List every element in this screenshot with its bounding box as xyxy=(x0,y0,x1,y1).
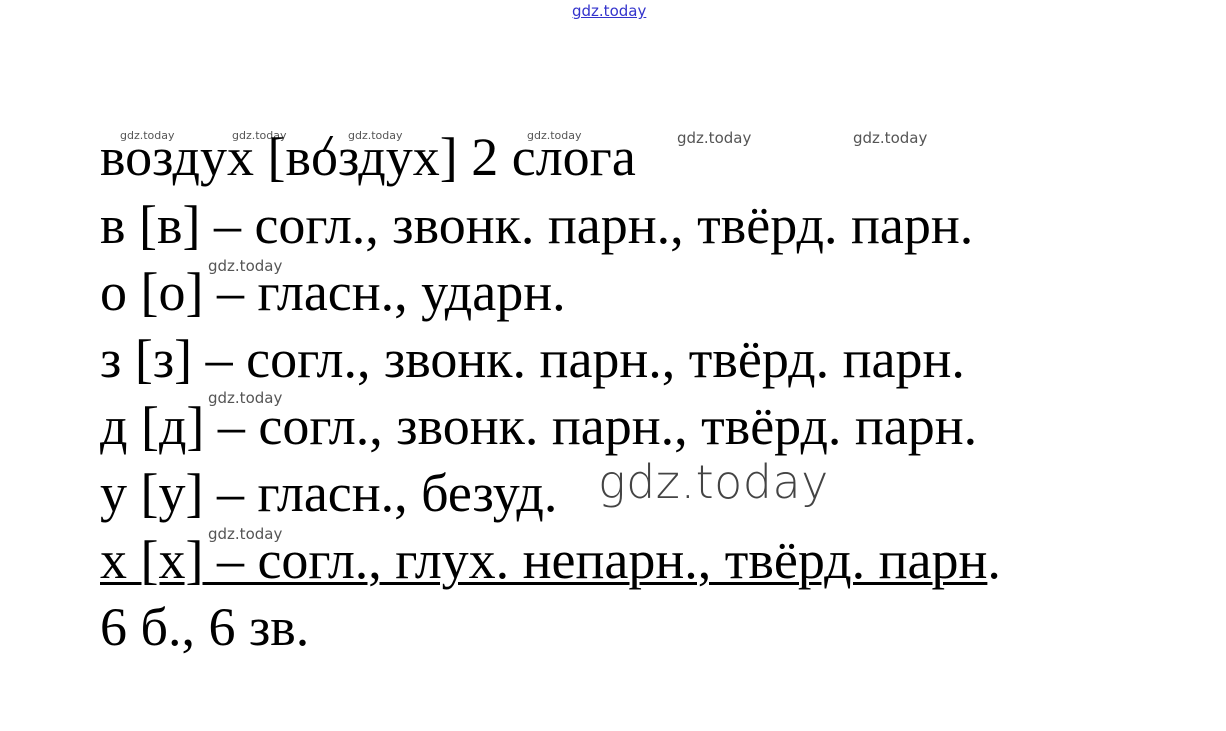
watermark-top: gdz.today xyxy=(572,2,647,20)
watermark: gdz.today xyxy=(853,129,928,147)
watermark: gdz.today xyxy=(677,129,752,147)
underlined-text: х [х] – согл., глух. непарн., твёрд. пар… xyxy=(100,530,988,590)
phoneme-line-o: о [о] – гласн., ударн. xyxy=(100,262,566,322)
summary-line: 6 б., 6 зв. xyxy=(100,597,310,657)
phoneme-line-u: у [у] – гласн., безуд. xyxy=(100,463,558,523)
phoneme-line-z: з [з] – согл., звонк. парн., твёрд. парн… xyxy=(100,329,965,389)
phoneme-line-kh: х [х] – согл., глух. непарн., твёрд. пар… xyxy=(100,529,1001,591)
word-text-start: воздух [в xyxy=(100,127,311,187)
watermark-large: gdz.today xyxy=(598,455,829,509)
stressed-vowel: о xyxy=(310,127,338,187)
phoneme-line-v: в [в] – согл., звонк. парн., твёрд. парн… xyxy=(100,195,974,255)
phoneme-line-d: д [д] – согл., звонк. парн., твёрд. парн… xyxy=(100,396,978,456)
word-text-end: здух] 2 слога xyxy=(337,127,636,187)
line-end-period: . xyxy=(987,530,1001,590)
word-line: воздух [воздух] 2 слога xyxy=(100,126,636,188)
